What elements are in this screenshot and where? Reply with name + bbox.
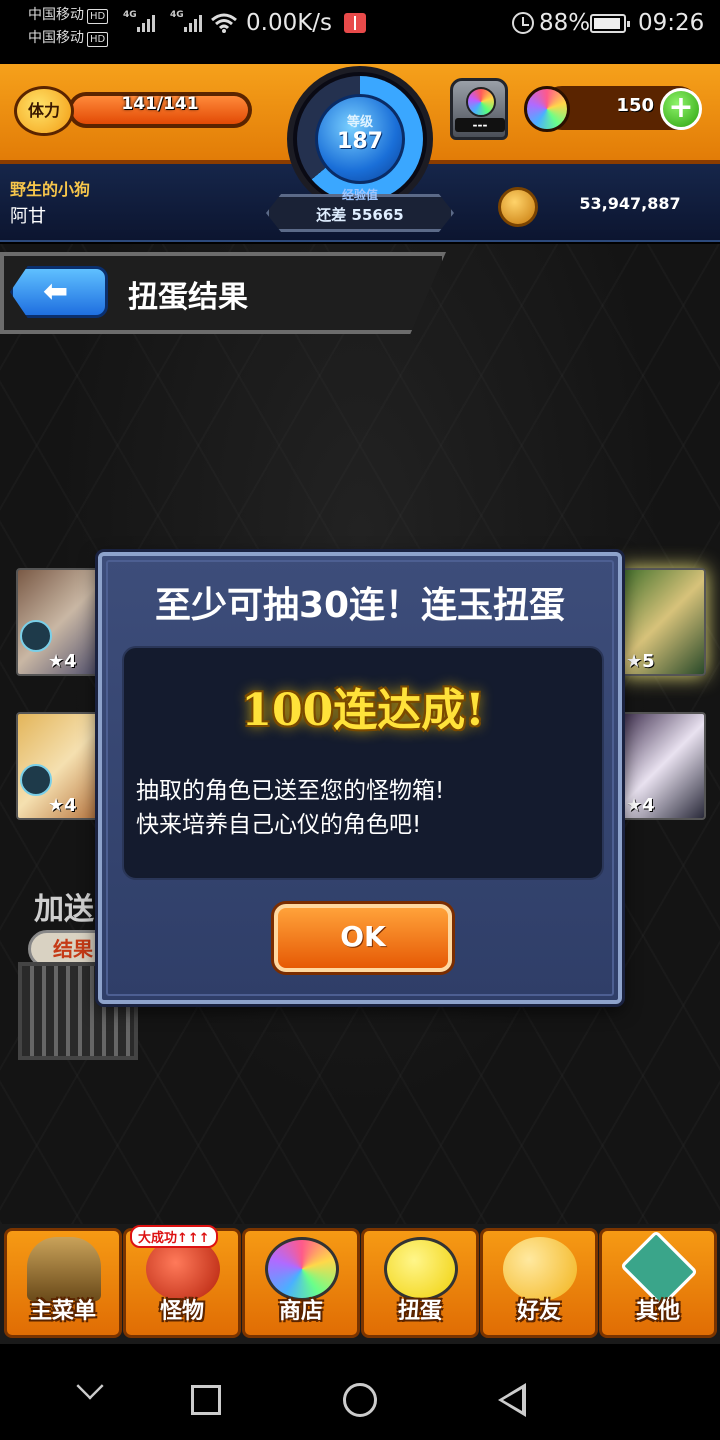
ok-button-label: OK bbox=[340, 920, 386, 953]
stamina-value: 141/141 bbox=[121, 94, 199, 114]
exp-remaining: 还差 55665 bbox=[316, 206, 404, 224]
achievement-banner: 100连达成! bbox=[241, 685, 485, 736]
player-title: 野生的小狗 bbox=[10, 180, 91, 199]
carrier-label-1: 中国移动 HD bbox=[28, 4, 109, 24]
element-water-icon bbox=[20, 620, 52, 652]
dialog-message-line: 快来培养自己心仪的角色吧! bbox=[136, 812, 422, 838]
carrier-label-2: 中国移动 HD bbox=[28, 27, 109, 47]
menu-label: 扭蛋 bbox=[397, 1299, 442, 1324]
menu-shop-button[interactable]: 商店 bbox=[242, 1228, 360, 1338]
dialog-message: 抽取的角色已送至您的怪物箱! 快来培养自己心仪的角色吧! bbox=[136, 774, 592, 842]
result-card[interactable]: ★4 bbox=[16, 712, 106, 820]
signal-icon: 4G bbox=[123, 10, 155, 32]
menu-label: 怪物 bbox=[159, 1299, 204, 1324]
menu-label: 商店 bbox=[278, 1299, 323, 1324]
level-badge: 等级 187 bbox=[315, 94, 405, 184]
friends-icon bbox=[503, 1237, 577, 1301]
hide-nav-icon[interactable] bbox=[76, 1372, 104, 1400]
battery-icon bbox=[590, 14, 630, 33]
battery-percent: 88% bbox=[539, 10, 591, 36]
book-app-icon bbox=[344, 13, 366, 33]
dialog-title: 至少可抽30连！连玉扭蛋 bbox=[154, 585, 566, 626]
bonus-label: 加送 bbox=[34, 892, 94, 927]
menu-other-button[interactable]: 其他 bbox=[599, 1228, 717, 1338]
back-nav-button[interactable] bbox=[498, 1383, 526, 1417]
menu-gacha-button[interactable]: 扭蛋 bbox=[361, 1228, 479, 1338]
bottom-menu: 主菜单 大成功↑↑↑ 怪物 商店 扭蛋 好友 其他 bbox=[0, 1224, 720, 1344]
level-caption: 等级 bbox=[346, 115, 373, 130]
home-button[interactable] bbox=[343, 1383, 377, 1417]
level-value: 187 bbox=[337, 129, 383, 154]
status-bar: 中国移动 HD 中国移动 HD 4G 4G 0.00K/s 88% 09:26 bbox=[0, 0, 720, 64]
alarm-icon bbox=[512, 12, 534, 34]
great-success-tag: 大成功↑↑↑ bbox=[130, 1225, 218, 1248]
wifi-icon bbox=[211, 13, 237, 33]
gold-value: 53,947,887 bbox=[579, 194, 681, 213]
menu-friends-button[interactable]: 好友 bbox=[480, 1228, 598, 1338]
result-card[interactable]: ★4 bbox=[16, 568, 106, 676]
dialog-content: 100连达成! 抽取的角色已送至您的怪物箱! 快来培养自己心仪的角色吧! bbox=[122, 646, 604, 880]
gacha-egg-icon bbox=[384, 1237, 458, 1301]
game-hud: 体力 141/141 等级 187 经验值 还差 55665 --- 150 +… bbox=[0, 64, 720, 244]
back-button[interactable]: ⬅ bbox=[10, 266, 108, 318]
menu-label: 主菜单 bbox=[29, 1299, 96, 1324]
page-title: 扭蛋结果 bbox=[128, 280, 248, 315]
result-dialog: 至少可抽30连！连玉扭蛋 100连达成! 抽取的角色已送至您的怪物箱! 快来培养… bbox=[98, 552, 622, 1004]
result-card[interactable]: ★4 bbox=[616, 712, 706, 820]
card-rarity: ★4 bbox=[626, 795, 655, 816]
monster-box-label: --- bbox=[455, 118, 505, 132]
gate-icon bbox=[27, 1237, 101, 1301]
net-speed: 0.00K/s bbox=[246, 10, 333, 36]
signal-icon: 4G bbox=[170, 10, 202, 32]
stamina-icon: 体力 bbox=[14, 86, 74, 136]
add-orb-button[interactable]: + bbox=[660, 88, 702, 130]
ok-button[interactable]: OK bbox=[274, 904, 452, 972]
player-name: 阿甘 bbox=[10, 206, 46, 227]
back-arrow-icon: ⬅ bbox=[43, 274, 69, 309]
rainbow-orb-icon bbox=[524, 86, 570, 132]
orb-count: 150 bbox=[616, 95, 654, 116]
element-water-icon bbox=[20, 764, 52, 796]
card-rarity: ★4 bbox=[48, 795, 77, 816]
card-rarity: ★4 bbox=[48, 651, 77, 672]
system-nav-bar bbox=[0, 1344, 720, 1440]
gold-coin-icon bbox=[498, 187, 538, 227]
menu-monster-button[interactable]: 大成功↑↑↑ 怪物 bbox=[123, 1225, 241, 1338]
recent-apps-button[interactable] bbox=[191, 1385, 221, 1415]
clock: 09:26 bbox=[638, 10, 705, 36]
dialog-message-line: 抽取的角色已送至您的怪物箱! bbox=[136, 778, 445, 804]
rainbow-orb-icon bbox=[265, 1237, 339, 1301]
result-card[interactable]: ★5 bbox=[616, 568, 706, 676]
menu-label: 其他 bbox=[635, 1299, 680, 1324]
exp-caption: 经验值 bbox=[341, 188, 378, 202]
menu-main-button[interactable]: 主菜单 bbox=[4, 1228, 122, 1338]
menu-label: 好友 bbox=[516, 1299, 561, 1324]
card-rarity: ★5 bbox=[626, 651, 655, 672]
